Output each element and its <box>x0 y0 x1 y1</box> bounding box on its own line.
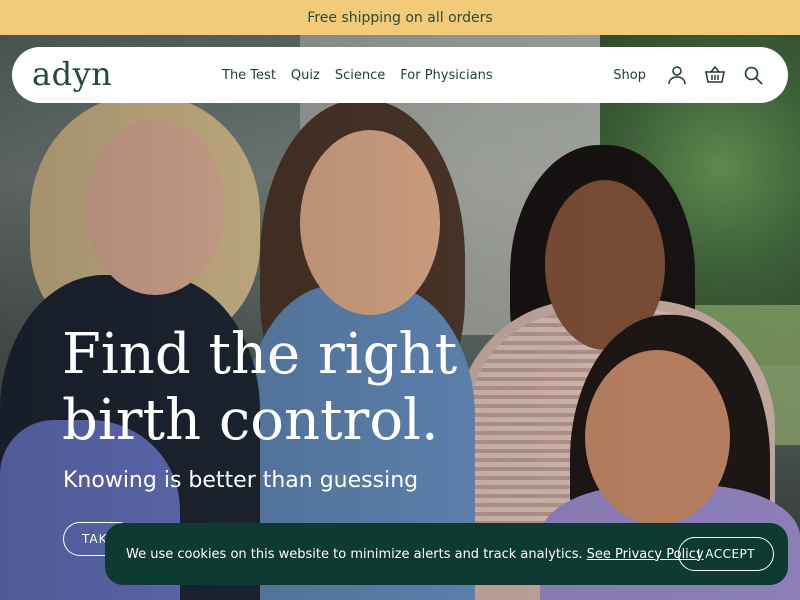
headline-line-1: Find the right <box>62 322 458 387</box>
hero-headline: Find the right birth control. <box>62 322 457 454</box>
nav-actions: Shop <box>613 47 764 103</box>
accept-cookies-button[interactable]: I ACCEPT <box>678 537 774 571</box>
logo[interactable]: adyn <box>32 55 112 93</box>
promo-bar: Free shipping on all orders <box>0 0 800 35</box>
promo-text: Free shipping on all orders <box>307 9 493 26</box>
account-icon[interactable] <box>666 64 688 86</box>
hero-subhead: Knowing is better than guessing <box>63 468 419 493</box>
hero-image <box>0 35 800 600</box>
search-icon[interactable] <box>742 64 764 86</box>
cookie-text: We use cookies on this website to minimi… <box>126 546 583 562</box>
basket-icon[interactable] <box>704 64 726 86</box>
cookie-banner: We use cookies on this website to minimi… <box>105 523 788 585</box>
nav-links: The Test Quiz Science For Physicians <box>222 47 493 103</box>
nav-link-shop[interactable]: Shop <box>613 68 646 83</box>
cookie-message: We use cookies on this website to minimi… <box>126 523 704 585</box>
nav-link-for-physicians[interactable]: For Physicians <box>400 68 492 83</box>
nav-link-the-test[interactable]: The Test <box>222 68 276 83</box>
hero-overlay <box>0 35 800 600</box>
main-nav: adyn The Test Quiz Science For Physician… <box>12 47 788 103</box>
nav-link-science[interactable]: Science <box>335 68 385 83</box>
nav-link-quiz[interactable]: Quiz <box>291 68 320 83</box>
headline-line-2: birth control. <box>62 388 439 453</box>
